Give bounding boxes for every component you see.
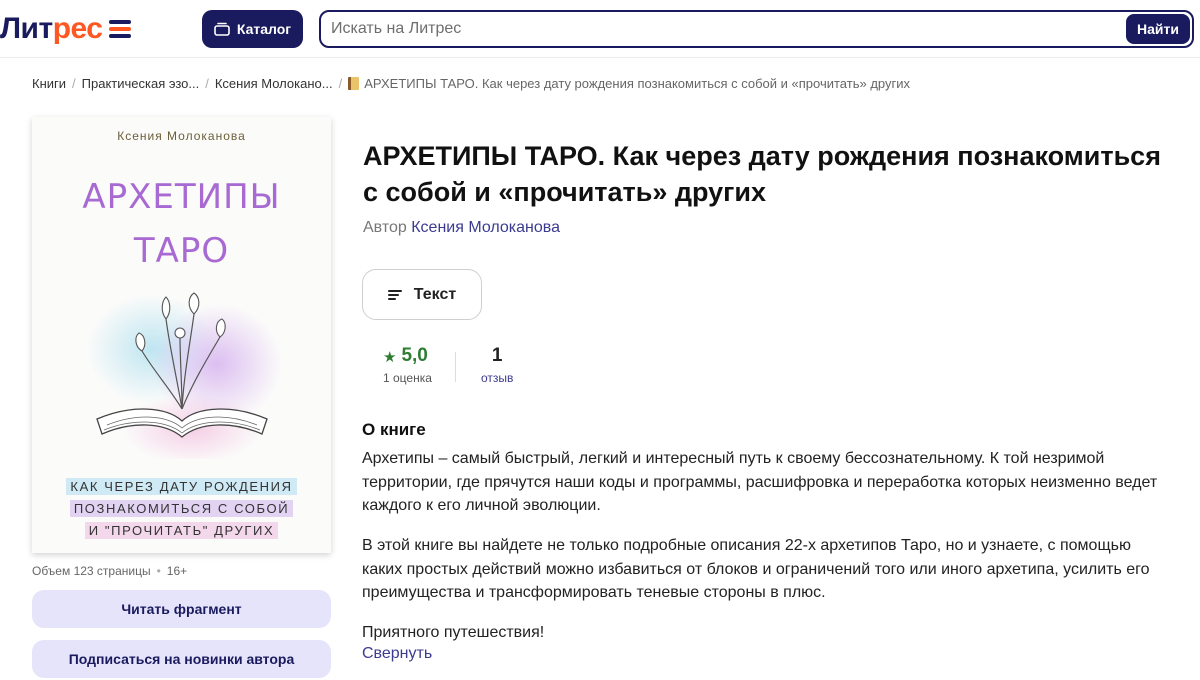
catalog-label: Каталог xyxy=(236,21,292,37)
catalog-icon xyxy=(214,22,230,36)
breadcrumb: Книги / Практическая эзо... / Ксения Мол… xyxy=(32,75,910,91)
search-button-label: Найти xyxy=(1137,21,1179,37)
site-header: Литрес Каталог Найти xyxy=(0,0,1200,58)
breadcrumb-item-books[interactable]: Книги xyxy=(32,76,66,91)
litres-logo[interactable]: Литрес xyxy=(0,10,131,48)
author-link[interactable]: Ксения Молоканова xyxy=(411,219,560,236)
reviews-block[interactable]: 1 отзыв xyxy=(481,345,513,385)
star-icon: ★ xyxy=(383,348,397,366)
rating-block[interactable]: ★ 5,0 1 оценка xyxy=(383,345,438,385)
about-paragraph-2: В этой книге вы найдете не только подроб… xyxy=(362,537,1150,601)
author-line: Автор Ксения Молоканова xyxy=(363,219,560,237)
breadcrumb-separator: / xyxy=(205,75,209,91)
search-input[interactable] xyxy=(321,12,1111,46)
stats-divider xyxy=(455,352,456,382)
breadcrumb-current-label: АРХЕТИПЫ ТАРО. Как через дату рождения п… xyxy=(364,75,910,91)
book-meta: Объем 123 страницы • 16+ xyxy=(32,564,187,578)
cover-author: Ксения Молоканова xyxy=(117,129,246,143)
logo-text-part1: Лит xyxy=(0,12,53,45)
breadcrumb-separator: / xyxy=(338,75,343,91)
read-fragment-label: Читать фрагмент xyxy=(121,601,242,617)
cover-subtitle-line2: ПОЗНАКОМИТЬСЯ С СОБОЙ xyxy=(32,500,331,517)
subscribe-author-label: Подписаться на новинки автора xyxy=(68,651,295,667)
age-rating: 16+ xyxy=(166,564,188,578)
about-paragraph-3: Приятного путешествия! xyxy=(362,624,545,641)
read-fragment-button[interactable]: Читать фрагмент xyxy=(32,590,331,628)
search-button[interactable]: Найти xyxy=(1126,14,1190,44)
cover-subtitle-line3: И "ПРОЧИТАТЬ" ДРУГИХ xyxy=(32,522,331,539)
reviews-count: 1 xyxy=(491,345,503,366)
author-prefix: Автор xyxy=(363,219,407,236)
meta-separator: • xyxy=(156,564,161,578)
subscribe-author-button[interactable]: Подписаться на новинки автора xyxy=(32,640,331,678)
logo-text-part2: рес xyxy=(52,12,103,45)
book-icon xyxy=(348,76,360,90)
breadcrumb-item-category[interactable]: Практическая эзо... xyxy=(82,76,200,91)
breadcrumb-current: АРХЕТИПЫ ТАРО. Как через дату рождения п… xyxy=(348,76,910,91)
cover-title-line2: ТАРО xyxy=(133,231,230,271)
catalog-button[interactable]: Каталог xyxy=(202,10,303,48)
about-paragraph-1: Архетипы – самый быстрый, легкий и интер… xyxy=(362,450,1158,514)
format-text-button[interactable]: Текст xyxy=(362,269,482,320)
page-count: Объем 123 страницы xyxy=(32,564,151,578)
search-bar: Найти xyxy=(319,10,1194,48)
rating-count: 1 оценка xyxy=(383,371,432,385)
rating-value: 5,0 xyxy=(401,345,428,366)
breadcrumb-separator: / xyxy=(72,75,76,91)
format-text-label: Текст xyxy=(413,285,457,303)
cover-title-line1: АРХЕТИПЫ xyxy=(82,177,281,217)
logo-stripes-icon xyxy=(108,20,131,38)
about-heading: О книге xyxy=(362,420,426,439)
collapse-link[interactable]: Свернуть xyxy=(362,645,432,663)
open-book-flowers-illustration xyxy=(87,292,282,459)
page-title: АРХЕТИПЫ ТАРО. Как через дату рождения п… xyxy=(363,141,1161,207)
reviews-label: отзыв xyxy=(481,371,514,385)
text-lines-icon xyxy=(387,289,402,300)
breadcrumb-item-author[interactable]: Ксения Молокано... xyxy=(215,76,333,91)
cover-subtitle-line1: КАК ЧЕРЕЗ ДАТУ РОЖДЕНИЯ xyxy=(32,478,331,495)
book-cover[interactable]: Ксения Молоканова АРХЕТИПЫ ТАРО КАК ЧЕРЕ… xyxy=(32,117,331,553)
